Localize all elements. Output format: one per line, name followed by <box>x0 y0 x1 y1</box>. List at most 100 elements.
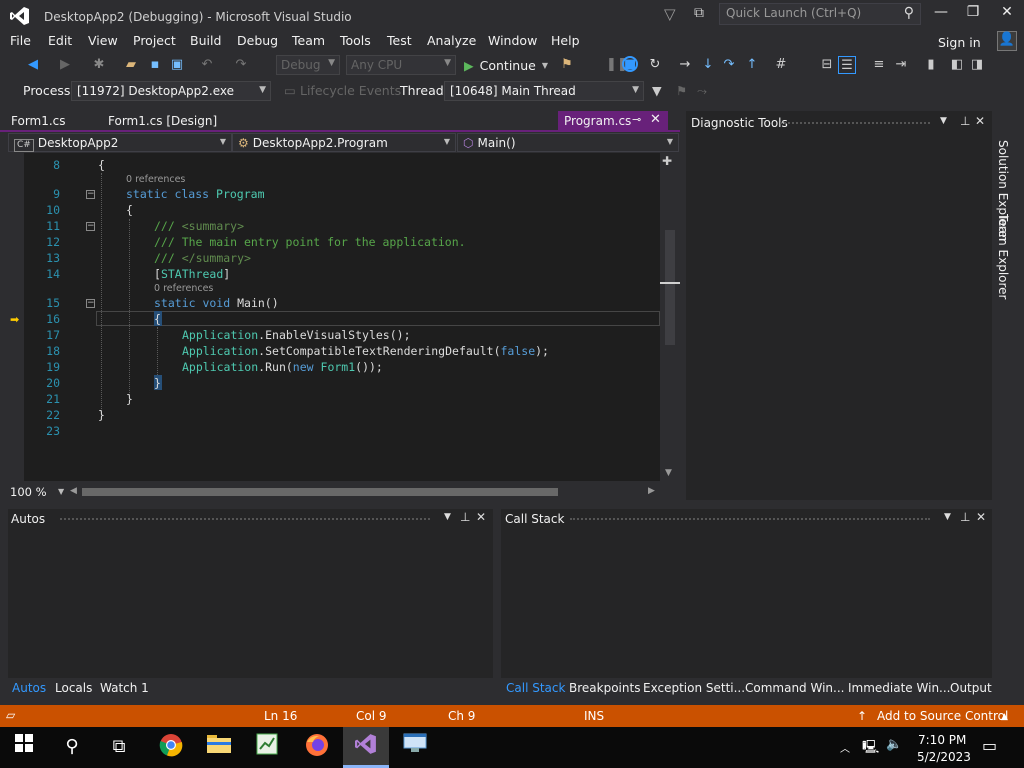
save-all-icon[interactable]: ▣ <box>168 56 186 74</box>
task-view-icon[interactable]: ⧉ <box>104 733 134 761</box>
avatar-icon[interactable]: 👤 <box>997 31 1017 51</box>
thread-select[interactable]: [10648] Main Thread ▼ <box>444 81 644 101</box>
horizontal-scroll-thumb[interactable] <box>82 488 558 496</box>
menu-edit[interactable]: Edit <box>48 33 72 48</box>
solution-platform-select[interactable]: Any CPU ▼ <box>346 55 456 75</box>
code-line-14[interactable]: [STAThread] <box>154 267 230 281</box>
network-icon[interactable]: 🖳 <box>862 738 879 760</box>
scroll-left-icon[interactable]: ◀ <box>70 486 77 496</box>
code-line-13[interactable]: /// </summary> <box>154 251 251 265</box>
tab-output[interactable]: Output <box>950 681 992 695</box>
menu-window[interactable]: Window <box>488 33 537 48</box>
restart-icon[interactable]: ↻ <box>646 56 664 74</box>
code-line-17[interactable]: Application.EnableVisualStyles(); <box>182 328 411 342</box>
hot-reload-icon[interactable]: ⚑ <box>558 56 576 74</box>
code-line-21[interactable]: } <box>126 392 133 406</box>
code-line-9[interactable]: static class Program <box>126 187 265 201</box>
tab-exception-settings[interactable]: Exception Setti... <box>643 681 745 695</box>
menu-file[interactable]: File <box>10 33 31 48</box>
close-pane-icon[interactable]: ✕ <box>976 510 986 524</box>
navigate-forward-icon[interactable]: ▶ <box>56 56 74 74</box>
tab-immediate-window[interactable]: Immediate Win... <box>848 681 951 695</box>
tab-form1-design[interactable]: Form1.cs [Design] <box>102 111 223 131</box>
close-window-button[interactable]: ✕ <box>992 4 1022 24</box>
new-project-icon[interactable]: ✱ <box>90 56 108 74</box>
indent-icon[interactable]: ⇥ <box>892 56 910 74</box>
navigate-back-icon[interactable]: ◀ <box>24 56 42 74</box>
step-out-icon[interactable]: ↑ <box>743 56 761 74</box>
spreadsheet-app-icon[interactable] <box>252 733 282 761</box>
show-next-statement-icon[interactable]: → <box>676 56 694 74</box>
split-window-icon[interactable]: ✚ <box>662 154 672 168</box>
tab-breakpoints[interactable]: Breakpoints <box>569 681 640 695</box>
process-select[interactable]: [11972] DesktopApp2.exe ▼ <box>71 81 271 101</box>
scroll-down-icon[interactable]: ▼ <box>665 468 672 478</box>
menu-analyze[interactable]: Analyze <box>427 33 476 48</box>
lifecycle-events-icon[interactable]: ▭ <box>284 83 296 98</box>
zoom-level-select[interactable]: 100 % <box>10 485 47 499</box>
flag-threads-icon[interactable]: ⚑ <box>676 83 687 98</box>
scroll-right-icon[interactable]: ▶ <box>648 486 655 496</box>
chevron-down-icon[interactable]: ▼ <box>58 487 64 496</box>
pin-icon[interactable]: ⊥ <box>960 114 970 128</box>
collapse-region-icon[interactable]: − <box>86 299 95 308</box>
code-line-16[interactable]: { <box>154 312 161 326</box>
tab-form1-cs[interactable]: Form1.cs <box>5 111 72 131</box>
step-into-icon[interactable]: ↓ <box>699 56 717 74</box>
bookmark-prev-icon[interactable]: ◧ <box>948 56 966 74</box>
tab-call-stack[interactable]: Call Stack <box>506 681 565 695</box>
open-file-icon[interactable]: ▰ <box>122 56 140 74</box>
save-icon[interactable]: ▪ <box>146 56 164 74</box>
code-line-22[interactable]: } <box>98 408 105 422</box>
show-hidden-icons-icon[interactable]: ︿ <box>840 740 850 755</box>
stop-debugging-icon[interactable]: ■ <box>622 56 638 72</box>
code-line-15[interactable]: static void Main() <box>154 296 279 310</box>
code-line-12[interactable]: /// The main entry point for the applica… <box>154 235 466 249</box>
close-pane-icon[interactable]: ✕ <box>975 114 985 128</box>
drag-grip[interactable] <box>570 518 930 522</box>
code-line-11[interactable]: /// <summary> <box>154 219 244 233</box>
member-nav-select[interactable]: ⬡ Main() ▼ <box>457 133 679 152</box>
type-nav-select[interactable]: ⚙ DesktopApp2.Program ▼ <box>232 133 456 152</box>
lifecycle-events-button[interactable]: Lifecycle Events <box>300 83 401 98</box>
bookmark-icon[interactable]: ▮ <box>922 56 940 74</box>
winforms-app-icon[interactable] <box>400 733 430 761</box>
solution-configuration-select[interactable]: Debug ▼ <box>276 55 340 75</box>
step-over-icon[interactable]: ↷ <box>720 56 738 74</box>
comment-lines-icon[interactable]: ≡ <box>870 56 888 74</box>
drag-grip[interactable] <box>780 122 930 126</box>
redo-icon[interactable]: ↷ <box>232 56 250 74</box>
project-nav-select[interactable]: C# DesktopApp2 ▼ <box>8 133 232 152</box>
file-explorer-icon[interactable] <box>204 733 234 761</box>
menu-tools[interactable]: Tools <box>340 33 371 48</box>
menu-debug[interactable]: Debug <box>237 33 278 48</box>
feedback-icon[interactable]: ⧉ <box>694 5 704 21</box>
pin-icon[interactable]: ⊥ <box>460 510 470 524</box>
window-position-icon[interactable]: ▼ <box>944 512 951 522</box>
search-icon[interactable]: ⚲ <box>57 733 87 761</box>
tab-program-cs[interactable]: Program.cs ⊸ ✕ <box>558 111 668 131</box>
window-position-icon[interactable]: ▼ <box>444 512 451 522</box>
toggle-breakpoints-icon[interactable]: ⊟ <box>818 56 836 74</box>
collapse-region-icon[interactable]: − <box>86 190 95 199</box>
code-line-8[interactable]: { <box>98 158 105 172</box>
collapse-region-icon[interactable]: − <box>86 222 95 231</box>
menu-build[interactable]: Build <box>190 33 221 48</box>
menu-project[interactable]: Project <box>133 33 176 48</box>
firefox-icon[interactable] <box>302 733 332 761</box>
window-position-icon[interactable]: ▼ <box>940 116 947 126</box>
hex-display-icon[interactable]: # <box>772 56 790 74</box>
quick-launch-input[interactable]: Quick Launch (Ctrl+Q) ⚲ <box>719 3 921 25</box>
code-line-10[interactable]: { <box>126 203 133 217</box>
continue-button[interactable]: ▶ Continue ▼ <box>464 55 548 75</box>
drag-grip[interactable] <box>60 518 430 522</box>
tab-locals[interactable]: Locals <box>55 681 92 695</box>
bookmark-next-icon[interactable]: ◨ <box>968 56 986 74</box>
close-tab-icon[interactable]: ✕ <box>650 112 661 127</box>
sign-in-link[interactable]: Sign in <box>938 35 981 50</box>
codelens-references[interactable]: 0 references <box>126 174 185 185</box>
code-line-19[interactable]: Application.Run(new Form1()); <box>182 360 383 374</box>
menu-team[interactable]: Team <box>292 33 325 48</box>
stack-frame-icon[interactable]: ⤳ <box>697 83 707 99</box>
chrome-icon[interactable] <box>156 733 186 761</box>
